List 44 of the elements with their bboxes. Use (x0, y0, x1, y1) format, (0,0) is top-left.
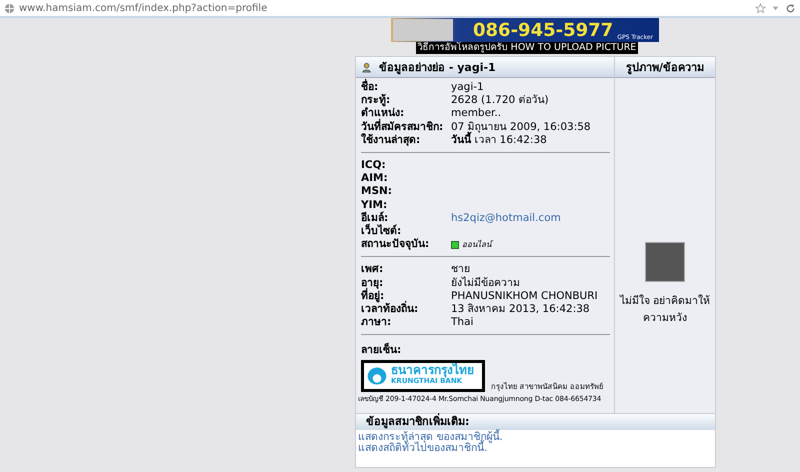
globe-icon (4, 2, 15, 14)
section-header: ข้อมูลสมาชิกเพิ่มเติม: (356, 414, 715, 430)
field-value: 13 สิงหาคม 2013, 16:42:38 (451, 303, 590, 316)
field-label: ภาษา: (361, 316, 392, 330)
field-label: เพศ: (361, 263, 384, 277)
field-label: เวลาท้องถิ่น: (361, 303, 451, 316)
reload-icon[interactable] (785, 2, 796, 14)
field-label: สถานะปัจจุบัน: (361, 238, 430, 252)
field-label: MSN: (361, 185, 393, 199)
signature-label: ลายเซ็น: (361, 342, 402, 358)
personal-text: ไม่มีใจ อย่าคิดมาให้ความหวัง (618, 294, 712, 326)
field-label: ชื่อ: (361, 81, 451, 94)
field-label: AIM: (361, 172, 389, 186)
url-text: www.hamsiam.com/smf/index.php?action=profile (19, 2, 268, 14)
phone-picture (393, 19, 453, 41)
field-value: PHANUSNIKHOM CHONBURI (451, 290, 598, 304)
field-label: เว็บไซต์: (361, 225, 402, 238)
email-link[interactable]: hs2qiz@hotmail.com (451, 212, 561, 226)
field-value: ยังไม่มีข้อความ (451, 276, 520, 290)
star-icon[interactable] (755, 2, 766, 14)
banner-caption[interactable]: วิธีการอัพโหลดรูปครับ HOW TO UPLOAD PICTURE (416, 42, 638, 54)
profile-title: ข้อมูลอย่างย่อ - yagi-1 (379, 60, 496, 76)
field-label: วันที่สมัครสมาชิก: (361, 120, 444, 133)
field-value: 2628 (1.720 ต่อวัน) (451, 94, 549, 108)
field-label: กระทู้: (361, 94, 390, 108)
column-header: รูปภาพ/ข้อความ (615, 57, 715, 78)
field-label: ที่อยู่: (361, 290, 384, 302)
field-label: ตำแหน่ง: (361, 107, 404, 120)
user-icon (362, 62, 373, 72)
field-value: member.. (451, 107, 502, 121)
field-value: 07 มิถุนายน 2009, 16:03:58 (451, 120, 591, 133)
status-text: ออนไลน์ (462, 238, 491, 252)
avatar-placeholder (645, 242, 685, 282)
field-label: YIM: (361, 198, 388, 212)
address-bar[interactable]: www.hamsiam.com/smf/index.php?action=profile (0, 0, 800, 18)
field-value: yagi-1 (451, 81, 484, 94)
banner-phone-number: 086-945-5977 (473, 20, 614, 40)
field-value: วันนี้ เวลา 16:42:38 (451, 134, 547, 148)
field-value: Thai (451, 316, 474, 330)
field-label: อายุ: (361, 276, 384, 289)
field-label: ใช้งานล่าสุด: (361, 134, 422, 148)
field-label: ICQ: (361, 159, 387, 172)
field-value: ชาย (451, 263, 470, 276)
field-label: อีเมล์: (361, 212, 388, 224)
